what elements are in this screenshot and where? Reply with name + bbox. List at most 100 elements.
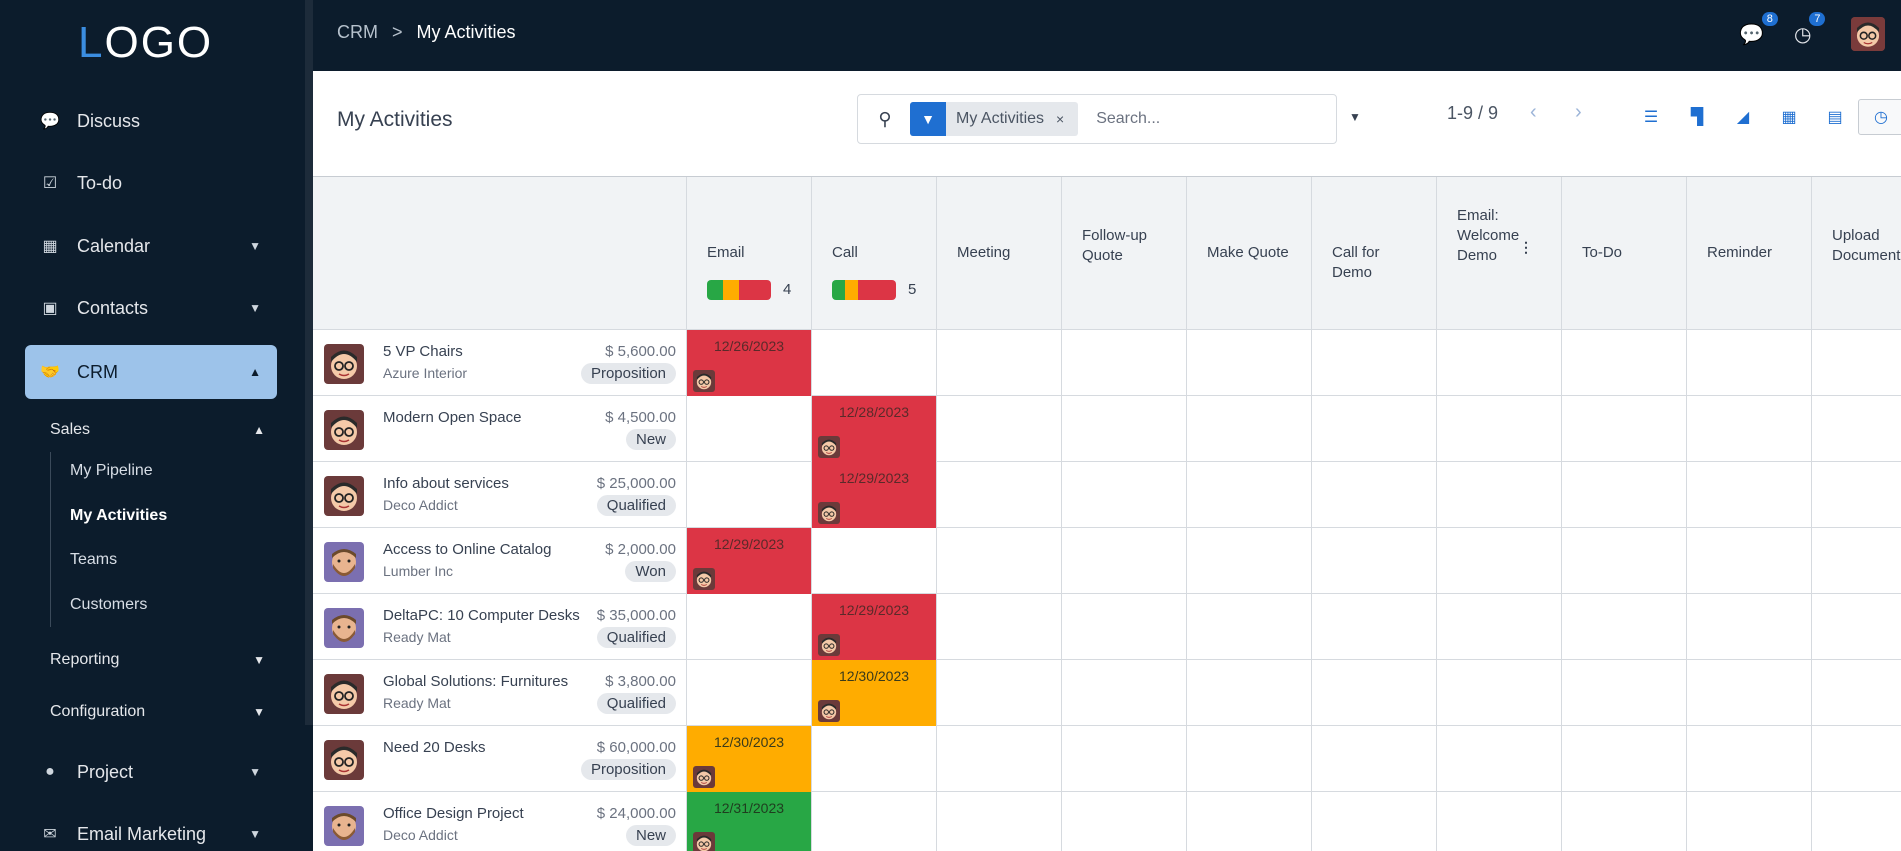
activity-cell[interactable] bbox=[1687, 528, 1812, 594]
progress-segment[interactable] bbox=[857, 280, 896, 300]
activity-cell[interactable] bbox=[1062, 528, 1187, 594]
activity-cell[interactable] bbox=[1687, 330, 1812, 396]
activity-cell[interactable] bbox=[1562, 726, 1687, 792]
avatar[interactable] bbox=[324, 674, 364, 714]
search-box[interactable]: ⚲ ▼ My Activities × bbox=[857, 94, 1337, 144]
activity-cell[interactable]: 12/26/2023 bbox=[687, 330, 812, 396]
activity-cell[interactable] bbox=[1187, 726, 1312, 792]
activity-cell[interactable] bbox=[1312, 660, 1437, 726]
record-cell[interactable]: Need 20 Desks $ 60,000.00 Proposition bbox=[313, 726, 687, 792]
list-view-button[interactable]: ☰ bbox=[1628, 99, 1674, 135]
activity-cell[interactable] bbox=[1687, 726, 1812, 792]
record-cell[interactable]: Info about services Deco Addict $ 25,000.0… bbox=[313, 462, 687, 528]
user-avatar[interactable] bbox=[1851, 17, 1885, 51]
sidebar-item-contacts[interactable]: ▣ Contacts ▼ bbox=[25, 282, 277, 334]
activities-button[interactable]: ◷ 7 bbox=[1794, 12, 1826, 47]
record-cell[interactable]: 5 VP Chairs Azure Interior $ 5,600.00 Propo… bbox=[313, 330, 687, 396]
pager-previous-button[interactable]: ‹ bbox=[1530, 101, 1537, 124]
activity-badge[interactable]: 12/26/2023 bbox=[687, 330, 811, 396]
activity-badge[interactable]: 12/30/2023 bbox=[812, 660, 936, 726]
sidebar-item-my-activities[interactable]: My Activities bbox=[70, 507, 167, 525]
activity-cell[interactable] bbox=[1062, 396, 1187, 462]
activity-cell[interactable] bbox=[1812, 594, 1901, 660]
activity-cell[interactable] bbox=[937, 396, 1062, 462]
activity-cell[interactable] bbox=[1437, 792, 1562, 851]
activity-cell[interactable] bbox=[1312, 462, 1437, 528]
activity-cell[interactable] bbox=[1312, 594, 1437, 660]
search-input[interactable] bbox=[1096, 110, 1297, 128]
search-options-toggle[interactable]: ▼ bbox=[1349, 110, 1361, 124]
activity-cell[interactable] bbox=[937, 726, 1062, 792]
avatar[interactable] bbox=[324, 410, 364, 450]
column-header[interactable]: To-Do bbox=[1562, 177, 1687, 330]
activity-cell[interactable] bbox=[812, 528, 937, 594]
activity-badge[interactable]: 12/29/2023 bbox=[812, 462, 936, 528]
activity-cell[interactable] bbox=[1562, 330, 1687, 396]
activity-cell[interactable] bbox=[1437, 660, 1562, 726]
activity-view-button[interactable]: ◷ bbox=[1858, 99, 1901, 135]
activity-cell[interactable] bbox=[1687, 792, 1812, 851]
activity-cell[interactable] bbox=[1187, 330, 1312, 396]
avatar[interactable] bbox=[324, 806, 364, 846]
sidebar-item-my-pipeline[interactable]: My Pipeline bbox=[70, 462, 153, 480]
pager-value[interactable]: 1-9 / 9 bbox=[1447, 103, 1498, 124]
record-cell[interactable]: Office Design Project Deco Addict $ 24,000… bbox=[313, 792, 687, 851]
activity-progress-bar[interactable] bbox=[707, 280, 771, 300]
sidebar-item-teams[interactable]: Teams bbox=[70, 551, 117, 569]
activity-cell[interactable] bbox=[687, 594, 812, 660]
activity-cell[interactable] bbox=[1812, 726, 1901, 792]
activity-cell[interactable] bbox=[1687, 594, 1812, 660]
avatar[interactable] bbox=[324, 608, 364, 648]
activity-cell[interactable]: 12/28/2023 bbox=[812, 396, 937, 462]
activity-cell[interactable] bbox=[1187, 792, 1312, 851]
avatar[interactable] bbox=[324, 344, 364, 384]
column-header[interactable]: Follow-up Quote bbox=[1062, 177, 1187, 330]
column-header[interactable]: Reminder bbox=[1687, 177, 1812, 330]
activity-cell[interactable] bbox=[1687, 396, 1812, 462]
sidebar-group-reporting[interactable]: Reporting ▼ bbox=[50, 651, 265, 669]
column-header[interactable]: Email: Welcome Demo ⋮ bbox=[1437, 177, 1562, 330]
activity-cell[interactable] bbox=[1437, 462, 1562, 528]
activity-cell[interactable] bbox=[1312, 726, 1437, 792]
sidebar-group-configuration[interactable]: Configuration ▼ bbox=[50, 703, 265, 721]
activity-cell[interactable] bbox=[1062, 792, 1187, 851]
column-header[interactable]: Meeting bbox=[937, 177, 1062, 330]
activity-badge[interactable]: 12/29/2023 bbox=[687, 528, 811, 594]
record-cell[interactable]: DeltaPC: 10 Computer Desks Ready Mat $ 35,… bbox=[313, 594, 687, 660]
pager-next-button[interactable]: › bbox=[1575, 101, 1582, 124]
activity-cell[interactable] bbox=[1812, 396, 1901, 462]
activity-cell[interactable] bbox=[937, 594, 1062, 660]
progress-segment[interactable] bbox=[739, 280, 771, 300]
activity-cell[interactable]: 12/31/2023 bbox=[687, 792, 812, 851]
activity-cell[interactable] bbox=[937, 462, 1062, 528]
sidebar-item-project[interactable]: ● Project ▼ bbox=[25, 746, 277, 798]
activity-badge[interactable]: 12/28/2023 bbox=[812, 396, 936, 462]
activity-cell[interactable] bbox=[812, 330, 937, 396]
sidebar-scrollbar[interactable] bbox=[305, 0, 313, 725]
activity-cell[interactable] bbox=[1437, 594, 1562, 660]
sidebar-group-sales[interactable]: Sales ▲ bbox=[50, 421, 265, 439]
column-options-icon[interactable]: ⋮ bbox=[1519, 239, 1533, 256]
activity-cell[interactable] bbox=[937, 330, 1062, 396]
avatar[interactable] bbox=[324, 740, 364, 780]
progress-segment[interactable] bbox=[707, 280, 723, 300]
sidebar-item-calendar[interactable]: ▦ Calendar ▼ bbox=[25, 220, 277, 272]
activity-cell[interactable] bbox=[1187, 528, 1312, 594]
activity-cell[interactable] bbox=[1437, 396, 1562, 462]
record-cell[interactable]: Global Solutions: Furnitures Ready Mat $ 3… bbox=[313, 660, 687, 726]
activity-cell[interactable]: 12/29/2023 bbox=[812, 462, 937, 528]
activity-cell[interactable] bbox=[1187, 462, 1312, 528]
activity-cell[interactable]: 12/30/2023 bbox=[687, 726, 812, 792]
activity-cell[interactable] bbox=[1812, 528, 1901, 594]
activity-cell[interactable] bbox=[1062, 330, 1187, 396]
sidebar-item-todo[interactable]: ☑ To-do bbox=[25, 157, 277, 209]
activity-badge[interactable]: 12/29/2023 bbox=[812, 594, 936, 660]
sidebar-item-customers[interactable]: Customers bbox=[70, 596, 147, 614]
facet-remove-button[interactable]: × bbox=[1056, 111, 1078, 127]
activity-cell[interactable] bbox=[1562, 660, 1687, 726]
activity-cell[interactable] bbox=[1437, 528, 1562, 594]
activity-cell[interactable] bbox=[1062, 462, 1187, 528]
avatar[interactable] bbox=[324, 476, 364, 516]
activity-cell[interactable] bbox=[1312, 396, 1437, 462]
activity-cell[interactable] bbox=[1187, 594, 1312, 660]
